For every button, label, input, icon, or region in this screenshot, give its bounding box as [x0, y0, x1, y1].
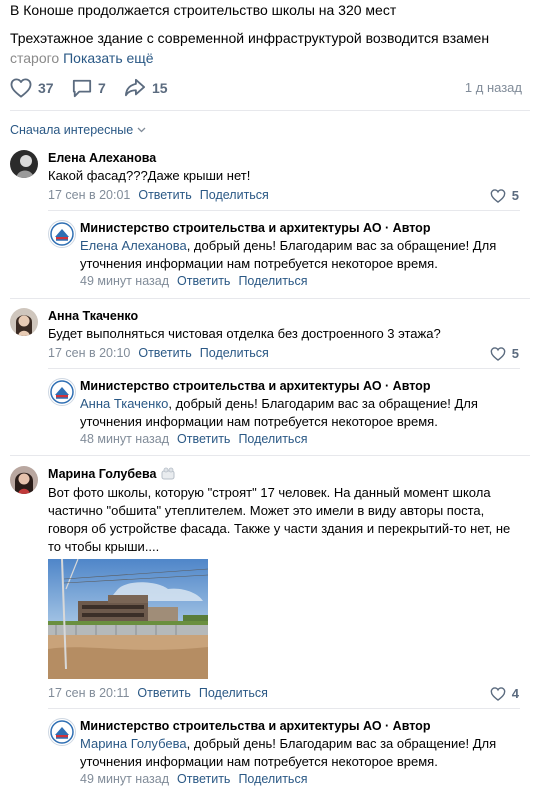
reply-text-line2: уточнения информации нам потребуется нек…	[80, 414, 438, 429]
reply-text: Анна Ткаченко, добрый день! Благодарим в…	[80, 395, 520, 431]
share-link[interactable]: Поделиться	[238, 432, 307, 446]
heart-icon	[10, 78, 32, 98]
comment-like-button[interactable]: 5	[490, 346, 519, 361]
reply-date[interactable]: 48 минут назад	[80, 432, 169, 446]
comment-author[interactable]: Елена Алеханова	[48, 151, 156, 165]
comment-meta: 17 сен в 20:11 Ответить Поделиться	[48, 686, 268, 700]
comment-date[interactable]: 17 сен в 20:11	[48, 686, 129, 700]
divider	[48, 708, 520, 709]
reply-link[interactable]: Ответить	[138, 188, 191, 202]
divider	[10, 110, 530, 111]
comment-author[interactable]: Анна Ткаченко	[48, 309, 138, 323]
comment-like-button[interactable]: 4	[490, 686, 519, 701]
divider	[48, 210, 520, 211]
post-body: Трехэтажное здание с современной инфраст…	[10, 28, 530, 68]
reply-meta: 48 минут назад Ответить Поделиться	[80, 432, 307, 446]
ministry-logo-avatar[interactable]	[48, 718, 76, 746]
post-body-fade: старого	[10, 50, 60, 66]
reply-link[interactable]: Ответить	[138, 346, 191, 360]
reply-meta: 49 минут назад Ответить Поделиться	[80, 772, 307, 786]
comment-meta: 17 сен в 20:10 Ответить Поделиться	[48, 346, 269, 360]
share-link[interactable]: Поделиться	[200, 188, 269, 202]
divider	[10, 455, 530, 456]
comment-like-button[interactable]: 5	[490, 188, 519, 203]
post-actions: 37 7 15 1 д назад	[10, 78, 522, 98]
comment-meta: 17 сен в 20:01 Ответить Поделиться	[48, 188, 269, 202]
comment-date[interactable]: 17 сен в 20:01	[48, 188, 130, 202]
comment-like-count: 5	[511, 346, 519, 361]
post-title: В Коноше продолжается строительство школ…	[10, 2, 397, 18]
reply-link[interactable]: Ответить	[177, 432, 230, 446]
comment-author[interactable]: Марина Голубева	[48, 467, 176, 481]
ministry-logo-icon	[50, 380, 74, 404]
comment-text-line3: говоря об устройстве фасада. Также у час…	[48, 521, 511, 536]
post-like-button[interactable]: 37	[10, 78, 54, 98]
ministry-logo-icon	[50, 720, 74, 744]
reply-meta: 49 минут назад Ответить Поделиться	[80, 274, 307, 288]
mention-link[interactable]: Анна Ткаченко	[80, 396, 168, 411]
reply-link[interactable]: Ответить	[177, 274, 230, 288]
reply-date[interactable]: 49 минут назад	[80, 274, 169, 288]
comment-text-line4: то чтобы крыши....	[48, 539, 160, 554]
reply-author[interactable]: Министерство строительства и архитектуры…	[80, 719, 430, 733]
post-like-count: 37	[38, 80, 54, 96]
badge-icon	[161, 467, 175, 480]
comment-photo[interactable]	[48, 559, 208, 679]
post-comment-count: 7	[98, 80, 106, 96]
show-more-link[interactable]: Показать ещё	[63, 50, 154, 66]
divider	[10, 298, 530, 299]
reply-text-line2: уточнения информации нам потребуется нек…	[80, 256, 438, 271]
share-link[interactable]: Поделиться	[200, 346, 269, 360]
heart-icon	[490, 346, 506, 361]
heart-icon	[490, 188, 506, 203]
reply-link[interactable]: Ответить	[177, 772, 230, 786]
comment-text-line2: частично "обшита" утеплителем. Может это…	[48, 503, 485, 518]
comment-text: Какой фасад???Даже крыши нет!	[48, 168, 251, 183]
mention-link[interactable]: Елена Алеханова	[80, 238, 187, 253]
sort-label: Сначала интересные	[10, 123, 134, 137]
post-body-text: Трехэтажное здание с современной инфраст…	[10, 30, 490, 46]
comment-like-count: 5	[511, 188, 519, 203]
comment-icon	[72, 79, 92, 98]
post-share-count: 15	[152, 80, 168, 96]
reply-text: Елена Алеханова, добрый день! Благодарим…	[80, 237, 520, 273]
post-comment-button[interactable]: 7	[72, 78, 106, 98]
reply-date[interactable]: 49 минут назад	[80, 772, 169, 786]
reply-text-line1: , добрый день! Благодарим вас за обращен…	[186, 736, 497, 751]
post-share-button[interactable]: 15	[124, 78, 168, 98]
avatar[interactable]	[10, 150, 38, 178]
comment-text: Будет выполняться чистовая отделка без д…	[48, 326, 441, 341]
share-link[interactable]: Поделиться	[238, 772, 307, 786]
divider	[48, 368, 520, 369]
comment-date[interactable]: 17 сен в 20:10	[48, 346, 130, 360]
reply-text-line1: , добрый день! Благодарим вас за обращен…	[168, 396, 478, 411]
chevron-down-icon	[137, 127, 146, 133]
share-link[interactable]: Поделиться	[238, 274, 307, 288]
reply-link[interactable]: Ответить	[137, 686, 190, 700]
reply-author[interactable]: Министерство строительства и архитектуры…	[80, 221, 430, 235]
heart-icon	[490, 686, 506, 701]
ministry-logo-avatar[interactable]	[48, 220, 76, 248]
share-link[interactable]: Поделиться	[199, 686, 268, 700]
reply-author[interactable]: Министерство строительства и архитектуры…	[80, 379, 430, 393]
comment-text-line1: Вот фото школы, которую "строят" 17 чело…	[48, 485, 491, 500]
sort-dropdown[interactable]: Сначала интересные	[10, 123, 146, 137]
avatar[interactable]	[10, 466, 38, 494]
share-arrow-icon	[125, 78, 145, 97]
reply-text-line2: уточнения информации нам потребуется нек…	[80, 754, 438, 769]
reply-text: Марина Голубева, добрый день! Благодарим…	[80, 735, 520, 771]
reply-text-line1: , добрый день! Благодарим вас за обращен…	[186, 238, 497, 253]
ministry-logo-icon	[50, 222, 74, 246]
mention-link[interactable]: Марина Голубева	[80, 736, 187, 751]
comment-text: Вот фото школы, которую "строят" 17 чело…	[48, 484, 528, 556]
ministry-logo-avatar[interactable]	[48, 378, 76, 406]
comment-author-name: Марина Голубева	[48, 467, 157, 481]
post-time[interactable]: 1 д назад	[465, 80, 522, 95]
avatar[interactable]	[10, 308, 38, 336]
comment-like-count: 4	[511, 686, 519, 701]
